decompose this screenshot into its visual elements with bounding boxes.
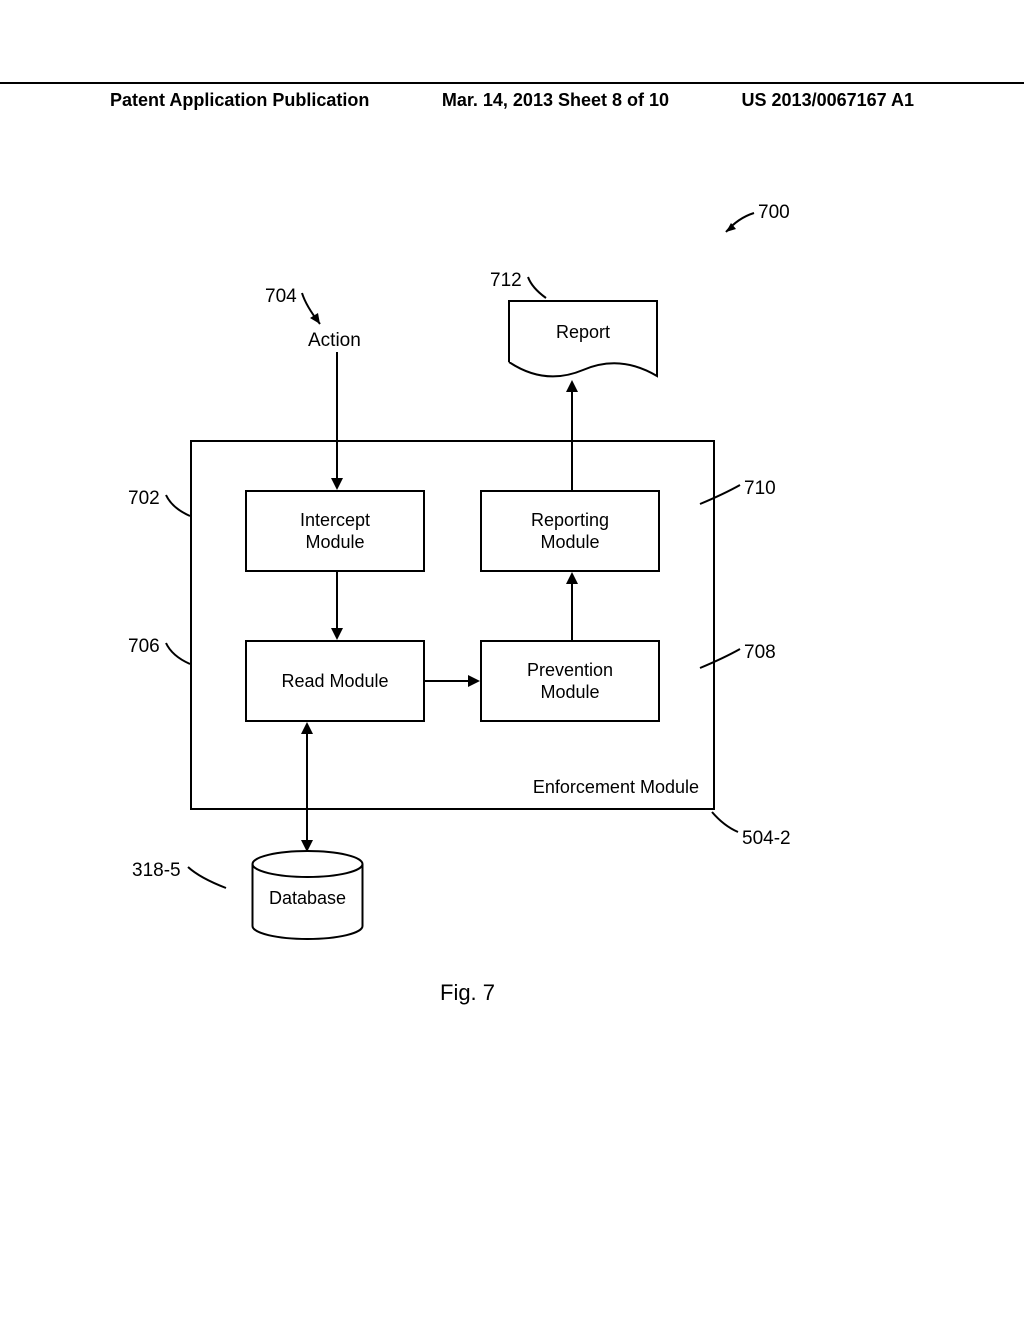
database-label: Database <box>269 888 346 908</box>
header-right: US 2013/0067167 A1 <box>742 90 914 111</box>
report-torn-edge <box>508 362 658 382</box>
ref-enforcement-leader <box>708 808 748 838</box>
ref-database-leader <box>186 864 234 894</box>
ref-intercept: 702 <box>128 488 160 510</box>
header-left: Patent Application Publication <box>110 90 369 111</box>
ref-enforcement: 504-2 <box>742 828 791 850</box>
header-center: Mar. 14, 2013 Sheet 8 of 10 <box>442 90 669 111</box>
ref-prevention: 708 <box>744 642 776 664</box>
arrow-reporting-to-report <box>565 380 579 492</box>
ref-action-leader <box>300 290 336 330</box>
figure-caption: Fig. 7 <box>440 980 495 1006</box>
read-module-box: Read Module <box>245 640 425 722</box>
report-label: Report <box>556 322 610 343</box>
ref-prevention-leader <box>696 646 744 674</box>
arrow-read-to-prevention <box>425 674 482 688</box>
arrow-action-to-intercept <box>330 352 344 492</box>
ref-action: 704 <box>265 286 297 308</box>
intercept-module-box: Intercept Module <box>245 490 425 572</box>
enforcement-label: Enforcement Module <box>533 776 699 799</box>
reporting-label: Reporting Module <box>531 509 609 554</box>
ref-read-leader <box>164 640 204 670</box>
page-header: Patent Application Publication Mar. 14, … <box>0 82 1024 111</box>
ref-reporting: 710 <box>744 478 776 500</box>
report-document: Report <box>508 300 658 378</box>
intercept-label: Intercept Module <box>300 509 370 554</box>
action-label: Action <box>308 330 361 352</box>
ref-report-leader <box>526 274 556 304</box>
ref-database: 318-5 <box>132 860 181 882</box>
database-cylinder: Database <box>250 850 365 940</box>
prevention-module-box: Prevention Module <box>480 640 660 722</box>
ref-report: 712 <box>490 270 522 292</box>
arrow-prevention-to-reporting <box>565 572 579 642</box>
ref-system-leader <box>718 210 758 240</box>
reporting-module-box: Reporting Module <box>480 490 660 572</box>
read-label: Read Module <box>281 670 388 693</box>
ref-intercept-leader <box>164 492 204 522</box>
prevention-label: Prevention Module <box>527 659 613 704</box>
ref-read: 706 <box>128 636 160 658</box>
ref-system: 700 <box>758 202 790 224</box>
figure-7-diagram: 700 Action 704 Report 712 Enforcement Mo… <box>90 210 890 1010</box>
arrow-read-database-bidir <box>300 722 314 854</box>
arrow-intercept-to-read <box>330 572 344 642</box>
ref-reporting-leader <box>696 482 744 510</box>
